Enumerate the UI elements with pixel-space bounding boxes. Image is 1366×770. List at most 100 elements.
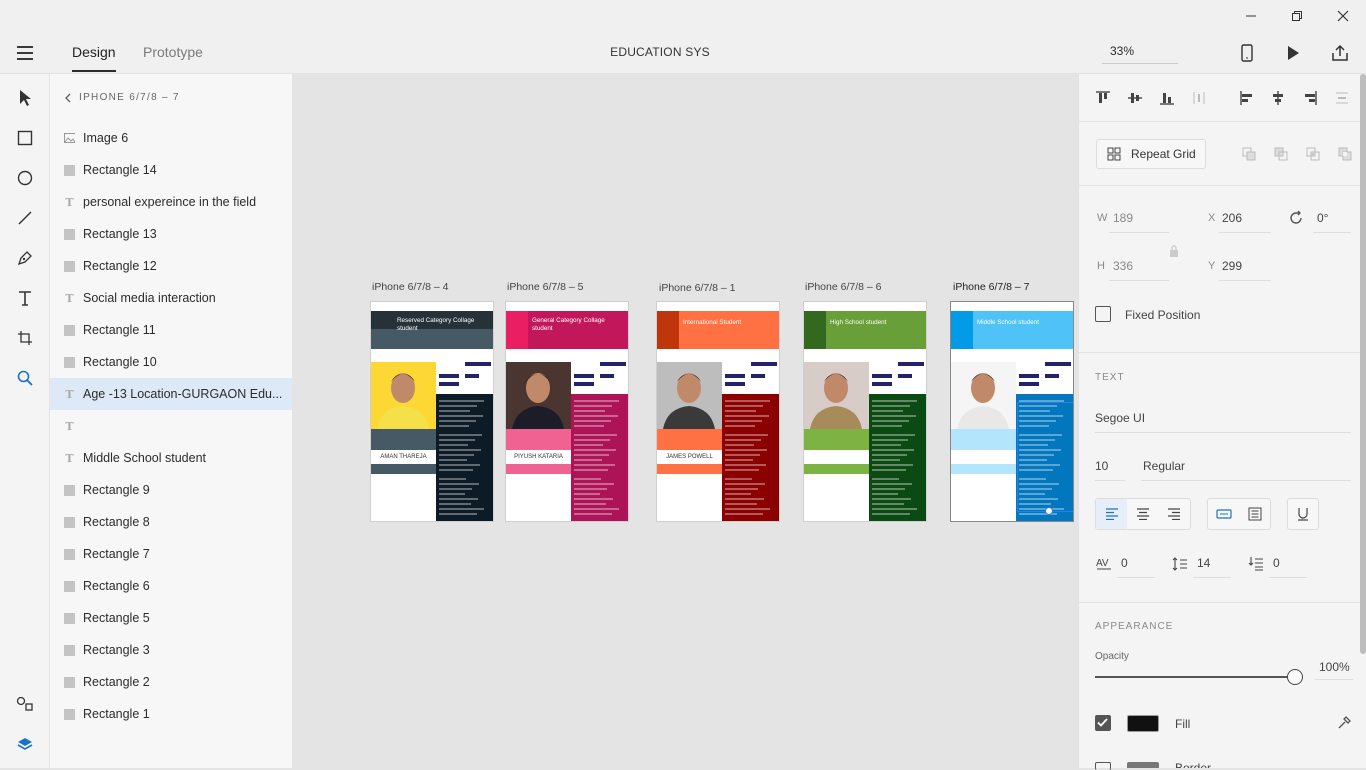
line-spacing-field[interactable]: 14 <box>1197 556 1210 570</box>
eyedropper-icon[interactable] <box>1333 712 1355 734</box>
line-tool-icon[interactable] <box>13 206 37 230</box>
auto-width-icon[interactable] <box>1208 499 1239 529</box>
opacity-field[interactable]: 100% <box>1319 660 1350 674</box>
layer-item[interactable]: T Social media interaction <box>50 282 292 314</box>
fixed-size-icon[interactable] <box>1239 499 1270 529</box>
tab-prototype[interactable]: Prototype <box>143 44 203 60</box>
zoom-input[interactable]: 33% <box>1102 40 1178 64</box>
align-right-icon[interactable] <box>1299 87 1321 109</box>
font-family-select[interactable]: Segoe UI <box>1095 411 1145 425</box>
fill-checkbox[interactable] <box>1095 715 1111 731</box>
x-field[interactable]: 206 <box>1222 211 1242 225</box>
layer-item[interactable]: T Middle School student <box>50 442 292 474</box>
width-field[interactable]: 189 <box>1113 211 1133 225</box>
layer-item[interactable]: Rectangle 3 <box>50 634 292 666</box>
align-text-left-icon[interactable] <box>1096 499 1128 529</box>
height-field[interactable]: 336 <box>1113 259 1133 273</box>
height-underline <box>1109 280 1169 281</box>
border-color-swatch[interactable] <box>1127 762 1159 768</box>
distribute-horizontal-icon[interactable] <box>1188 87 1210 109</box>
layer-item[interactable]: Rectangle 2 <box>50 666 292 698</box>
align-top-icon[interactable] <box>1092 87 1114 109</box>
layer-item[interactable]: T Age -13 Location-GURGAON Edu... <box>50 378 292 410</box>
artboard[interactable]: General Category Collage student PIYUSH K… <box>505 301 629 522</box>
artboard-label[interactable]: iPhone 6/7/8 – 4 <box>372 281 448 293</box>
artboard-label[interactable]: iPhone 6/7/8 – 7 <box>953 281 1029 293</box>
artboard[interactable]: Middle School student <box>950 301 1074 522</box>
minimize-icon[interactable] <box>1228 0 1274 32</box>
artboard[interactable]: International Student JAMES POWELL <box>656 301 780 522</box>
selection-box[interactable] <box>1017 402 1073 512</box>
align-bottom-icon[interactable] <box>1156 87 1178 109</box>
play-icon[interactable] <box>1282 42 1304 64</box>
align-center-icon[interactable] <box>1267 87 1289 109</box>
rectangle-tool-icon[interactable] <box>13 126 37 150</box>
layer-item[interactable]: Rectangle 8 <box>50 506 292 538</box>
layer-item[interactable]: Rectangle 10 <box>50 346 292 378</box>
align-text-center-icon[interactable] <box>1127 499 1158 529</box>
paragraph-spacing-field[interactable]: 0 <box>1273 556 1280 570</box>
pen-tool-icon[interactable] <box>13 246 37 270</box>
artboard-label[interactable]: iPhone 6/7/8 – 6 <box>805 281 881 293</box>
layer-item[interactable]: Rectangle 5 <box>50 602 292 634</box>
zoom-tool-icon[interactable] <box>13 366 37 390</box>
artboard-label[interactable]: iPhone 6/7/8 – 1 <box>659 282 735 294</box>
layer-item[interactable]: Rectangle 14 <box>50 154 292 186</box>
ellipse-tool-icon[interactable] <box>13 166 37 190</box>
layer-item[interactable]: Tpersonal expereince in the field <box>50 186 292 218</box>
artboard[interactable]: Reserved Category Collage student AMAN TH… <box>370 301 494 522</box>
underline-icon[interactable] <box>1287 498 1319 530</box>
fixed-position-checkbox[interactable] <box>1095 306 1111 322</box>
boolean-exclude-icon[interactable] <box>1334 143 1356 165</box>
font-weight-select[interactable]: Regular <box>1143 459 1185 473</box>
properties-panel: Repeat Grid W 189 X 206 0° H 336 Y 299 F… <box>1078 74 1366 770</box>
document-title: EDUCATION SYS <box>610 45 710 59</box>
canvas[interactable]: iPhone 6/7/8 – 4 Reserved Category Collag… <box>292 74 1078 768</box>
tab-design[interactable]: Design <box>72 44 116 72</box>
layers-breadcrumb[interactable]: IPHONE 6/7/8 – 7 <box>64 92 180 103</box>
boolean-intersect-icon[interactable] <box>1302 143 1324 165</box>
character-spacing-field[interactable]: 0 <box>1121 556 1128 570</box>
info-text-line <box>725 478 752 480</box>
layers-icon[interactable] <box>13 732 37 756</box>
layer-item[interactable]: Rectangle 6 <box>50 570 292 602</box>
layer-item[interactable]: T <box>50 410 292 442</box>
opacity-slider-track[interactable] <box>1095 676 1295 678</box>
align-middle-icon[interactable] <box>1124 87 1146 109</box>
select-tool-icon[interactable] <box>13 86 37 110</box>
font-size-field[interactable]: 10 <box>1095 459 1108 473</box>
border-checkbox[interactable] <box>1095 762 1111 770</box>
layer-item[interactable]: Image 6 <box>50 122 292 154</box>
lock-proportions-icon[interactable] <box>1163 240 1185 262</box>
layer-item[interactable]: Rectangle 12 <box>50 250 292 282</box>
repeat-grid-button[interactable]: Repeat Grid <box>1096 139 1206 169</box>
artboard-label[interactable]: iPhone 6/7/8 – 5 <box>507 281 583 293</box>
layer-item[interactable]: Rectangle 1 <box>50 698 292 730</box>
artboard-tool-icon[interactable] <box>13 326 37 350</box>
skill-bar <box>465 374 479 378</box>
rotation-field[interactable]: 0° <box>1317 211 1328 225</box>
layer-item[interactable]: Rectangle 11 <box>50 314 292 346</box>
y-field[interactable]: 299 <box>1222 259 1242 273</box>
layer-item[interactable]: Rectangle 13 <box>50 218 292 250</box>
device-preview-icon[interactable] <box>1236 42 1258 64</box>
opacity-slider-thumb[interactable] <box>1287 669 1303 685</box>
restore-icon[interactable] <box>1274 0 1320 32</box>
layer-item[interactable]: Rectangle 9 <box>50 474 292 506</box>
menu-icon[interactable] <box>12 40 38 66</box>
distribute-vertical-icon[interactable] <box>1331 87 1353 109</box>
text-tool-icon[interactable] <box>13 286 37 310</box>
layer-item[interactable]: Rectangle 7 <box>50 538 292 570</box>
resize-handle[interactable] <box>1045 507 1053 515</box>
assets-icon[interactable] <box>13 692 37 716</box>
fill-color-swatch[interactable] <box>1127 715 1159 732</box>
share-icon[interactable] <box>1329 42 1351 64</box>
artboard[interactable]: High School student <box>803 301 927 522</box>
boolean-add-icon[interactable] <box>1238 143 1260 165</box>
align-text-right-icon[interactable] <box>1159 499 1190 529</box>
align-left-icon[interactable] <box>1236 87 1258 109</box>
color-band <box>371 429 436 450</box>
properties-scrollbar[interactable] <box>1360 74 1366 654</box>
boolean-subtract-icon[interactable] <box>1270 143 1292 165</box>
close-icon[interactable] <box>1320 0 1366 32</box>
